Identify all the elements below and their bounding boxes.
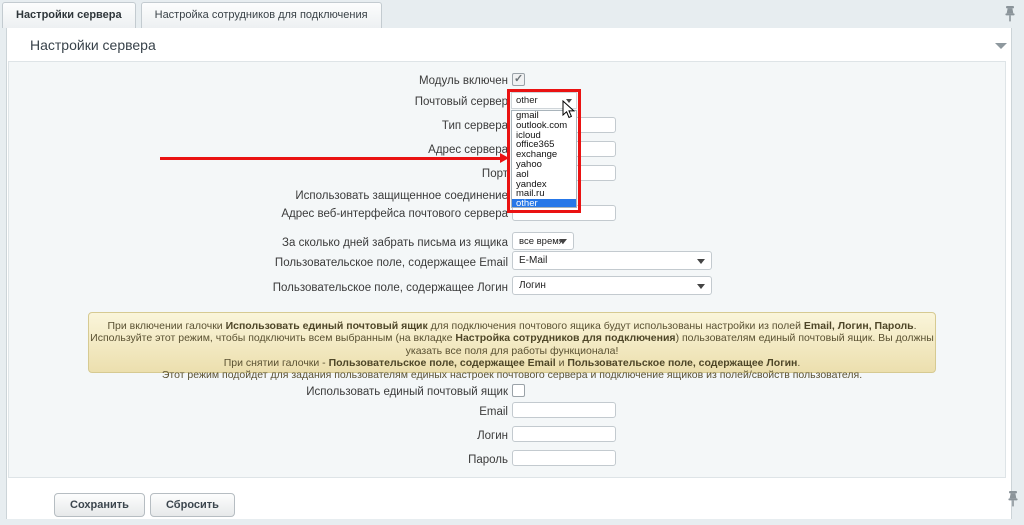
chevron-down-icon bbox=[697, 259, 705, 264]
login-input[interactable] bbox=[512, 426, 616, 442]
pin-icon[interactable] bbox=[1006, 490, 1020, 507]
fetch-days-select[interactable]: все время bbox=[512, 232, 574, 250]
chevron-down-icon bbox=[566, 99, 572, 103]
module-enabled-checkbox[interactable] bbox=[512, 73, 525, 86]
user-field-login-value: Логин bbox=[519, 280, 546, 291]
port-label: Порт bbox=[0, 168, 508, 180]
fetch-days-value: все время bbox=[519, 236, 564, 247]
secure-connection-label: Использовать защищенное соединение bbox=[0, 190, 508, 202]
webmail-address-label: Адрес веб-интерфейса почтового сервера bbox=[0, 208, 508, 220]
email-label: Email bbox=[0, 406, 508, 418]
mail-server-label: Почтовый сервер bbox=[0, 96, 508, 108]
notice-line: Используйте этот режим, чтобы подключить… bbox=[89, 332, 935, 357]
password-label: Пароль bbox=[0, 454, 508, 466]
save-button[interactable]: Сохранить bbox=[54, 493, 145, 517]
email-input[interactable] bbox=[512, 402, 616, 418]
user-field-login-select[interactable]: Логин bbox=[512, 276, 712, 295]
chevron-down-icon bbox=[559, 239, 567, 244]
login-label: Логин bbox=[0, 430, 508, 442]
tab-employee-connection-settings[interactable]: Настройка сотрудников для подключения bbox=[141, 2, 382, 28]
user-field-login-label: Пользовательское поле, содержащее Логин bbox=[0, 282, 508, 294]
fetch-days-label: За сколько дней забрать письма из ящика bbox=[0, 237, 508, 249]
settings-page: { "tabs": { "tab1": "Настройки сервера",… bbox=[0, 0, 1024, 525]
notice-line: При снятии галочки - Пользовательское по… bbox=[89, 357, 935, 369]
footer-bar: Сохранить Сбросить bbox=[7, 478, 1011, 519]
single-mailbox-checkbox[interactable] bbox=[512, 384, 525, 397]
notice-line: Этот режим подойдет для задания пользова… bbox=[89, 369, 935, 381]
tab-bar: Настройки сервера Настройка сотрудников … bbox=[2, 2, 382, 28]
module-enabled-label: Модуль включен bbox=[0, 75, 508, 87]
reset-button[interactable]: Сбросить bbox=[150, 493, 235, 517]
user-field-email-label: Пользовательское поле, содержащее Email bbox=[0, 257, 508, 269]
notice-line: При включении галочки Использовать едины… bbox=[89, 320, 935, 332]
mail-server-select[interactable]: other bbox=[511, 92, 577, 109]
password-input[interactable] bbox=[512, 450, 616, 466]
mail-server-select-value: other bbox=[516, 95, 538, 106]
user-field-email-select[interactable]: E-Mail bbox=[512, 251, 712, 270]
chevron-down-icon bbox=[697, 284, 705, 289]
server-address-label: Адрес сервера bbox=[0, 144, 508, 156]
user-field-email-value: E-Mail bbox=[519, 255, 547, 266]
mail-server-dropdown-list: gmailoutlook.comicloudoffice365exchangey… bbox=[511, 110, 577, 208]
mail-server-option[interactable]: other bbox=[512, 199, 576, 208]
single-mailbox-label: Использовать единый почтовый ящик bbox=[0, 386, 508, 398]
server-type-label: Тип сервера bbox=[0, 120, 508, 132]
pin-icon[interactable] bbox=[1003, 5, 1017, 22]
tab-server-settings[interactable]: Настройки сервера bbox=[2, 2, 136, 28]
collapse-section-chevron-down-icon[interactable] bbox=[995, 43, 1007, 49]
single-mailbox-notice: При включении галочки Использовать едины… bbox=[88, 312, 936, 373]
page-title: Настройки сервера bbox=[30, 37, 156, 53]
